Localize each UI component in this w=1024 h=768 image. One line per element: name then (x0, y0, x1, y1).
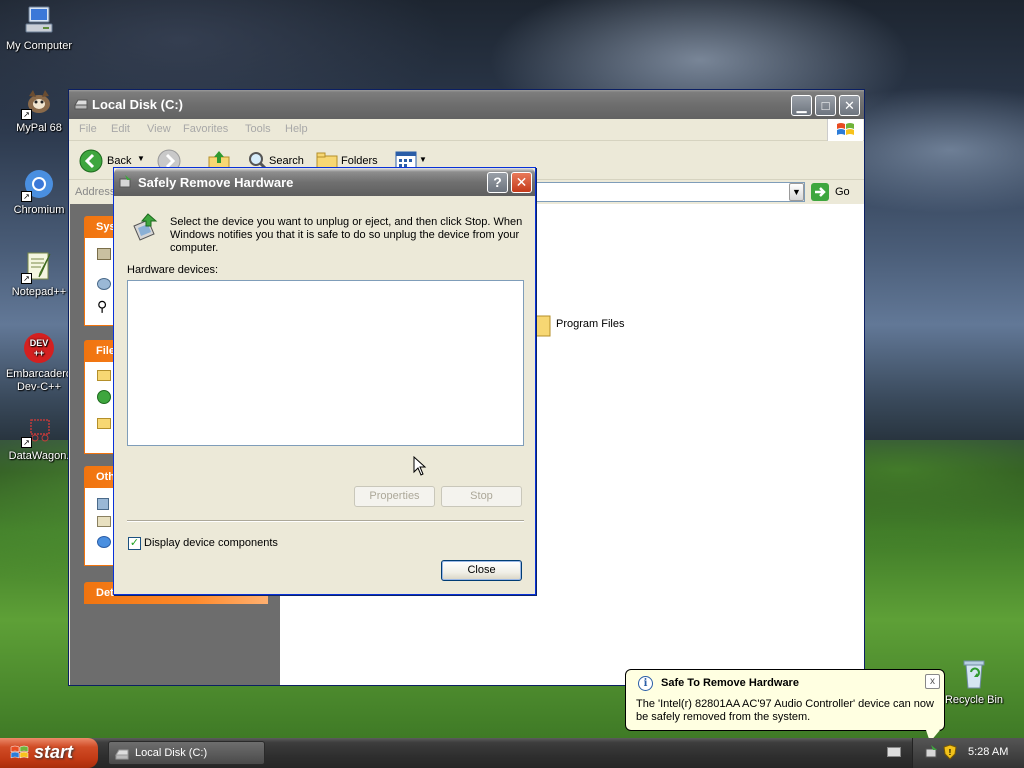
shortcut-arrow-icon: ↗ (21, 273, 32, 284)
remove-hardware-icon (130, 212, 160, 245)
folder-icon (97, 418, 111, 429)
safely-remove-dialog[interactable]: Safely Remove Hardware ? ✕ Select the de… (113, 167, 536, 595)
shortcut-arrow-icon: ↗ (21, 109, 32, 120)
desktop-icon-mypal[interactable]: ↗ MyPal 68 (0, 86, 78, 135)
drive-icon (74, 98, 88, 113)
close-icon: ✕ (844, 98, 855, 113)
shortcut-arrow-icon: ↗ (21, 191, 32, 202)
display-components-label[interactable]: Display device components (144, 537, 278, 549)
go-arrow-icon (811, 183, 829, 201)
close-button[interactable]: Close (441, 560, 522, 581)
views-dropdown-icon: ▼ (419, 155, 427, 164)
desktop-icon-datawagon[interactable]: ↗ DataWagon. (0, 414, 78, 463)
my-computer-icon (23, 4, 55, 36)
chromium-icon: ↗ (21, 168, 55, 202)
menu-edit[interactable]: Edit (111, 123, 130, 135)
dialog-titlebar[interactable]: Safely Remove Hardware ? ✕ (114, 168, 535, 196)
notification-balloon[interactable]: i Safe To Remove Hardware x The 'Intel(r… (625, 669, 945, 731)
desktop-icon-notepadpp[interactable]: ↗ Notepad++ (0, 250, 78, 299)
menu-tools[interactable]: Tools (245, 123, 271, 135)
search-icon: ⚲ (97, 298, 108, 314)
properties-button[interactable]: Properties (354, 486, 435, 507)
minimize-icon: ▁ (796, 98, 807, 113)
checkmark-icon: ✓ (129, 537, 140, 549)
help-button[interactable]: ? (487, 172, 508, 193)
minimize-button[interactable]: ▁ (791, 95, 812, 116)
safely-remove-icon (119, 175, 133, 192)
close-icon: ✕ (515, 174, 528, 190)
globe-icon (97, 390, 111, 404)
keyboard-icon[interactable] (887, 747, 901, 757)
hardware-devices-label: Hardware devices: (127, 264, 219, 276)
dialog-description: Select the device you want to unplug or … (170, 216, 523, 254)
printer-icon (97, 516, 111, 527)
dialog-title: Safely Remove Hardware (138, 175, 294, 190)
svg-text:DEV: DEV (30, 338, 49, 348)
close-icon: x (930, 676, 935, 687)
dialog-separator (127, 520, 524, 522)
svg-text:!: ! (949, 748, 952, 757)
explorer-titlebar[interactable]: Local Disk (C:) ▁ □ ✕ (69, 90, 864, 119)
recycle-bin-icon (958, 658, 990, 690)
start-button[interactable]: start (0, 738, 98, 768)
taskbar: start Local Disk (C:) ! 5:28 AM (0, 738, 1024, 768)
stop-button[interactable]: Stop (441, 486, 522, 507)
clock[interactable]: 5:28 AM (968, 746, 1008, 758)
file-item-program-files[interactable]: Program Files (520, 308, 720, 340)
menu-favorites[interactable]: Favorites (183, 123, 228, 135)
taskbar-item-local-disk[interactable]: Local Disk (C:) (108, 741, 265, 765)
balloon-message: The 'Intel(r) 82801AA AC'97 Audio Contro… (636, 698, 934, 723)
safely-remove-tray-icon[interactable] (925, 745, 939, 762)
svg-text:++: ++ (34, 348, 45, 358)
chevron-down-icon: ▼ (792, 187, 801, 197)
desktop-icon-devcpp[interactable]: DEV ++ Embarcadero Dev-C++ (0, 332, 78, 394)
go-button[interactable]: Go (811, 183, 861, 201)
back-arrow-icon (79, 149, 103, 173)
menu-bar: File Edit View Favorites Tools Help (69, 119, 864, 141)
balloon-title: Safe To Remove Hardware (661, 677, 799, 689)
dialog-close-x-button[interactable]: ✕ (511, 172, 532, 193)
folder-icon (97, 370, 111, 381)
drive-icon (115, 748, 129, 763)
devcpp-icon: DEV ++ (23, 332, 55, 364)
task-link-icon (97, 248, 111, 260)
computer-icon (97, 498, 109, 510)
maximize-icon: □ (821, 98, 830, 113)
windows-logo-icon (827, 119, 863, 141)
mypal-icon: ↗ (21, 86, 55, 120)
menu-file[interactable]: File (79, 123, 97, 135)
windows-logo-icon (10, 745, 29, 759)
mouse-cursor-icon (413, 455, 427, 479)
explorer-title: Local Disk (C:) (92, 97, 184, 112)
address-label: Address (75, 186, 116, 198)
hardware-devices-list[interactable] (127, 280, 524, 446)
help-icon: ? (493, 174, 502, 190)
info-icon: i (638, 676, 653, 691)
shortcut-arrow-icon: ↗ (21, 437, 32, 448)
address-dropdown-button[interactable]: ▼ (789, 183, 804, 201)
maximize-button[interactable]: □ (815, 95, 836, 116)
menu-help[interactable]: Help (285, 123, 308, 135)
datawagon-icon: ↗ (21, 414, 55, 448)
notepadpp-icon: ↗ (21, 250, 55, 284)
balloon-close-button[interactable]: x (925, 674, 940, 689)
back-dropdown-icon: ▼ (137, 154, 145, 163)
task-link-icon (97, 278, 111, 290)
network-icon (97, 536, 111, 548)
menu-view[interactable]: View (147, 123, 171, 135)
desktop-icon-chromium[interactable]: ↗ Chromium (0, 168, 78, 217)
desktop-icon-my-computer[interactable]: My Computer (0, 4, 78, 53)
display-components-checkbox[interactable]: ✓ (128, 537, 141, 550)
security-shield-icon[interactable]: ! (943, 744, 957, 763)
close-window-button[interactable]: ✕ (839, 95, 860, 116)
desktop-icon-recycle-bin[interactable]: Recycle Bin (935, 658, 1013, 707)
